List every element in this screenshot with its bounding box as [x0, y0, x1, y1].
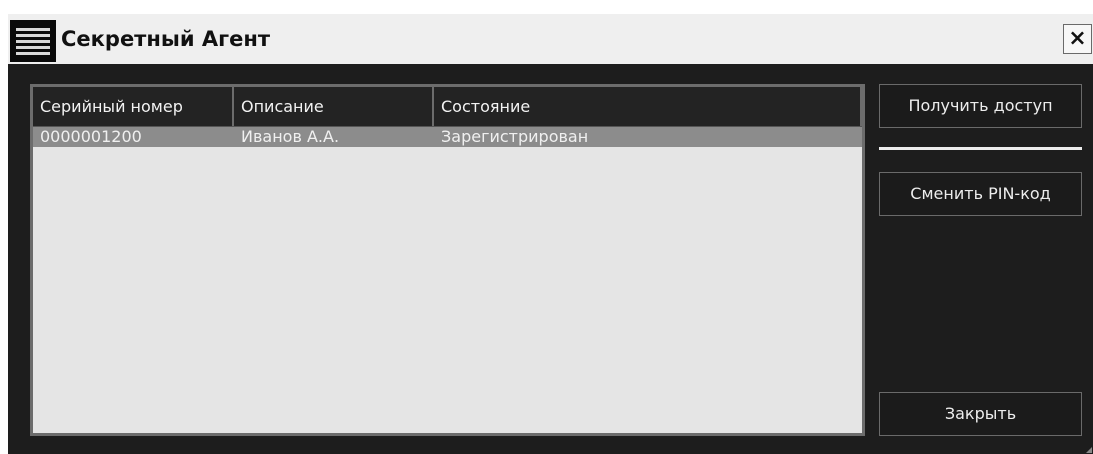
cell-status: Зарегистрирован — [441, 127, 589, 146]
menu-icon[interactable] — [10, 20, 56, 62]
close-button[interactable]: Закрыть — [879, 392, 1082, 436]
cell-description: Иванов А.А. — [241, 127, 340, 146]
table-row[interactable]: 0000001200 Иванов А.А. Зарегистрирован — [33, 127, 862, 147]
change-pin-button[interactable]: Сменить PIN-код — [879, 172, 1082, 216]
devices-table[interactable]: Серийный номер Описание Состояние 000000… — [30, 84, 865, 436]
resize-grip[interactable] — [1086, 447, 1092, 453]
title-bar[interactable]: Секретный Агент × — [8, 14, 1093, 64]
table-header: Серийный номер Описание Состояние — [33, 87, 862, 127]
cell-serial: 0000001200 — [40, 127, 142, 146]
divider — [879, 147, 1082, 150]
get-access-button[interactable]: Получить доступ — [879, 84, 1082, 128]
column-header-description[interactable]: Описание — [234, 87, 434, 126]
column-header-serial[interactable]: Серийный номер — [33, 87, 234, 126]
window-title: Секретный Агент — [61, 27, 271, 51]
agent-window: Секретный Агент × Серийный номер Описани… — [8, 14, 1093, 454]
close-window-button[interactable]: × — [1063, 24, 1092, 54]
column-header-status[interactable]: Состояние — [434, 87, 862, 126]
